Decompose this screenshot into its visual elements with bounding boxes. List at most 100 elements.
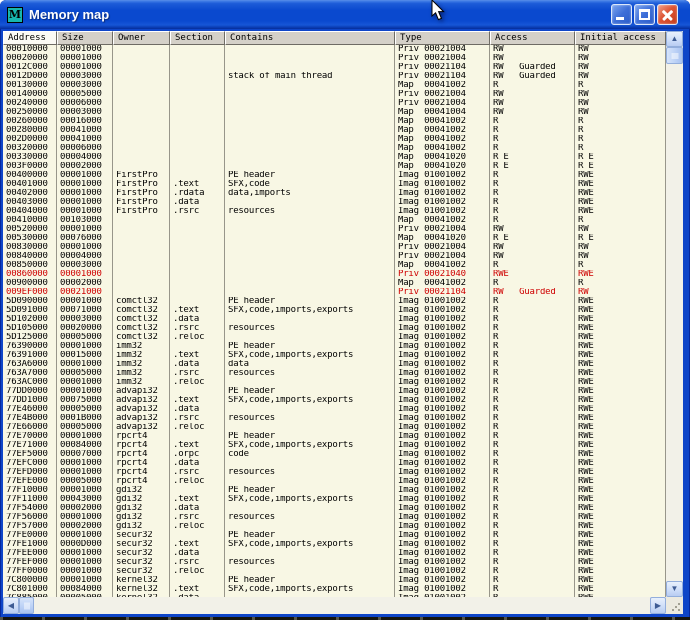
table-row[interactable]: 0014000000005000Priv 00021004RWRW [3, 90, 666, 99]
table-row[interactable]: 77E4600000005000advapi32.dataImag 010010… [3, 405, 666, 414]
table-row[interactable]: 77EFC00000001000rpcrt4.dataImag 01001002… [3, 459, 666, 468]
cell-initial-access: RWE [575, 324, 666, 333]
cell-initial-access: RWE [575, 414, 666, 423]
table-row[interactable]: 0025000000003000Map 00041004RWRW [3, 108, 666, 117]
vertical-scrollbar[interactable]: ▲ ▼ [666, 31, 683, 597]
table-row[interactable]: 0040000000001000FirstProPE headerImag 01… [3, 171, 666, 180]
cell-initial-access: RW [575, 108, 666, 117]
cell-section [170, 171, 225, 180]
table-row[interactable]: 0032000000006000Map 00041002RR [3, 144, 666, 153]
table-row[interactable]: 0002000000001000Priv 00021004RWRW [3, 54, 666, 63]
table-row[interactable]: 0084000000004000Priv 00021004RWRW [3, 252, 666, 261]
scroll-up-button[interactable]: ▲ [666, 31, 683, 47]
table-row[interactable]: 77EF500000007000rpcrt4.orpccodeImag 0100… [3, 450, 666, 459]
cell-contains: PE header [225, 531, 395, 540]
table-row[interactable]: 0041000000103000Map 00041002RR [3, 216, 666, 225]
table-row[interactable]: 0040200000001000FirstPro.rdatadata,impor… [3, 189, 666, 198]
vertical-scroll-thumb[interactable] [666, 47, 683, 64]
table-row[interactable]: 0012C00000001000Priv 00021104RW GuardedR… [3, 63, 666, 72]
table-row[interactable]: 77FEF00000001000secur32.rsrcresourcesIma… [3, 558, 666, 567]
table-row[interactable]: 77F5700000002000gdi32.relocImag 01001002… [3, 522, 666, 531]
cell-access: R [490, 189, 575, 198]
table-row[interactable]: 77EFD00000001000rpcrt4.rsrcresourcesImag… [3, 468, 666, 477]
column-header-address[interactable]: Address [3, 31, 57, 45]
scroll-down-button[interactable]: ▼ [666, 581, 683, 597]
table-row[interactable]: 0012D00000003000stack of main threadPriv… [3, 72, 666, 81]
table-row[interactable]: 0040400000001000FirstPro.rsrcresourcesIm… [3, 207, 666, 216]
table-row[interactable]: 0085000000003000Map 00041002RR [3, 261, 666, 270]
table-row[interactable]: 0083000000001000Priv 00021004RWRW [3, 243, 666, 252]
minimize-button[interactable] [611, 4, 632, 25]
table-row[interactable]: 77FEE00000001000secur32.dataImag 0100100… [3, 549, 666, 558]
table-row[interactable]: 0024000000006000Priv 00021004RWRW [3, 99, 666, 108]
cell-section [170, 576, 225, 585]
table-row[interactable]: 763A600000001000imm32.datadataImag 01001… [3, 360, 666, 369]
table-row[interactable]: 0001000000001000Priv 00021004RWRW [3, 45, 666, 54]
cell-size: 00001000 [57, 468, 113, 477]
table-row[interactable]: 5D10200000003000comctl32.dataImag 010010… [3, 315, 666, 324]
table-row[interactable]: 0090000000002000Map 00041002RR [3, 279, 666, 288]
resize-grip[interactable] [666, 597, 683, 614]
table-row[interactable]: 77DD000000001000advapi32PE headerImag 01… [3, 387, 666, 396]
scroll-left-button[interactable]: ◀ [3, 597, 19, 614]
cell-section [170, 117, 225, 126]
cell-access: RW [490, 108, 575, 117]
table-row[interactable]: 7639000000001000imm32PE headerImag 01001… [3, 342, 666, 351]
cell-contains [225, 135, 395, 144]
table-row[interactable]: 5D09100000071000comctl32.textSFX,code,im… [3, 306, 666, 315]
cell-type: Imag 01001002 [395, 423, 490, 432]
table-row[interactable]: 0013000000003000Map 00041002RR [3, 81, 666, 90]
cell-owner: rpcrt4 [113, 459, 170, 468]
table-row[interactable]: 77F5400000002000gdi32.dataImag 01001002R… [3, 504, 666, 513]
column-header-size[interactable]: Size [57, 31, 113, 45]
table-row[interactable]: 5D12500000005000comctl32.relocImag 01001… [3, 333, 666, 342]
table-row[interactable]: 0052000000001000Priv 00021004RWRW [3, 225, 666, 234]
table-row[interactable]: 002D000000041000Map 00041002RR [3, 135, 666, 144]
table-row[interactable]: 77FE000000001000secur32PE headerImag 010… [3, 531, 666, 540]
table-row[interactable]: 009EF00000021000Priv 00021104RW GuardedR… [3, 288, 666, 297]
column-header-type[interactable]: Type [395, 31, 490, 45]
table-row[interactable]: 77EFE00000005000rpcrt4.relocImag 0100100… [3, 477, 666, 486]
table-row[interactable]: 77F5600000001000gdi32.rsrcresourcesImag … [3, 513, 666, 522]
table-row[interactable]: 77F1100000043000gdi32.textSFX,code,impor… [3, 495, 666, 504]
cell-section: .reloc [170, 378, 225, 387]
table-row[interactable]: 763AC00000001000imm32.relocImag 01001002… [3, 378, 666, 387]
titlebar[interactable]: M Memory map [0, 0, 690, 29]
column-header-access[interactable]: Access [490, 31, 575, 45]
table-row[interactable]: 7639100000015000imm32.textSFX,code,impor… [3, 351, 666, 360]
column-header-contains[interactable]: Contains [225, 31, 395, 45]
table-row[interactable]: 77E7100000084000rpcrt4.textSFX,code,impo… [3, 441, 666, 450]
table-row[interactable]: 0028000000041000Map 00041002RR [3, 126, 666, 135]
table-row[interactable]: 0086000000001000Priv 00021040RWERWE [3, 270, 666, 279]
cell-contains [225, 270, 395, 279]
table-row[interactable]: 77FE10000000D000secur32.textSFX,code,imp… [3, 540, 666, 549]
maximize-button[interactable] [634, 4, 655, 25]
table-row[interactable]: 5D10500000020000comctl32.rsrcresourcesIm… [3, 324, 666, 333]
table-row[interactable]: 0033000000004000Map 00041020R ER E [3, 153, 666, 162]
table-row[interactable]: 0040300000001000FirstPro.dataImag 010010… [3, 198, 666, 207]
table-row[interactable]: 0040100000001000FirstPro.textSFX,codeIma… [3, 180, 666, 189]
table-row[interactable]: 763A700000005000imm32.rsrcresourcesImag … [3, 369, 666, 378]
column-header-owner[interactable]: Owner [113, 31, 170, 45]
cell-owner: imm32 [113, 360, 170, 369]
table-row[interactable]: 77E4B0000001B000advapi32.rsrcresourcesIm… [3, 414, 666, 423]
close-button[interactable] [657, 4, 678, 25]
table-row[interactable]: 77F1000000001000gdi32PE headerImag 01001… [3, 486, 666, 495]
cell-size: 00003000 [57, 261, 113, 270]
table-row[interactable]: 7C80100000084000kernel32.textSFX,code,im… [3, 585, 666, 594]
table-row[interactable]: 77FF000000001000secur32.relocImag 010010… [3, 567, 666, 576]
column-header-initial-access[interactable]: Initial access [575, 31, 666, 45]
table-row[interactable]: 77DD100000075000advapi32.textSFX,code,im… [3, 396, 666, 405]
horizontal-scroll-thumb[interactable] [19, 597, 34, 614]
table-row[interactable]: 0053000000076000Map 00041020R ER E [3, 234, 666, 243]
scroll-right-button[interactable]: ▶ [650, 597, 666, 614]
horizontal-scrollbar[interactable]: ◀ ▶ [3, 597, 666, 614]
column-header-section[interactable]: Section [170, 31, 225, 45]
table-row[interactable]: 77E7000000001000rpcrt4PE headerImag 0100… [3, 432, 666, 441]
table-row[interactable]: 5D09000000001000comctl32PE headerImag 01… [3, 297, 666, 306]
table-row[interactable]: 7C80000000001000kernel32PE headerImag 01… [3, 576, 666, 585]
table-row[interactable]: 0026000000016000Map 00041002RR [3, 117, 666, 126]
table-row[interactable]: 77E6600000005000advapi32.relocImag 01001… [3, 423, 666, 432]
cell-section [170, 54, 225, 63]
table-row[interactable]: 003F000000002000Map 00041020R ER E [3, 162, 666, 171]
